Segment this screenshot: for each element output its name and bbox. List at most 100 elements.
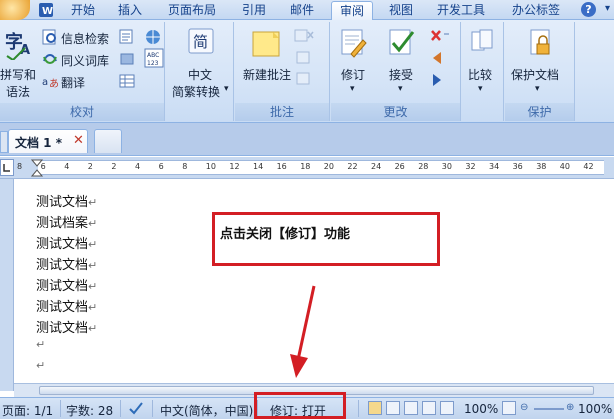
ruler-tick-label: 16 — [276, 162, 287, 171]
document-line[interactable]: 测试文档↵ — [36, 254, 97, 273]
next-comment-icon[interactable] — [295, 71, 313, 90]
chevron-down-icon[interactable]: ▾ — [224, 84, 229, 94]
zoom-icon[interactable] — [502, 401, 516, 415]
delete-comment-icon[interactable] — [293, 28, 315, 47]
annotation-arrow — [290, 285, 316, 378]
thesaurus-button[interactable]: 同义词库 — [61, 52, 109, 69]
paragraph-mark-icon: ↵ — [36, 338, 46, 351]
document-line[interactable]: 测试文档↵ — [36, 233, 97, 252]
ruler-tick-label: 34 — [489, 162, 500, 171]
ruler-tick-label: 32 — [465, 162, 476, 171]
tab-developer[interactable]: 开发工具 — [428, 1, 494, 20]
tab-page-layout[interactable]: 页面布局 — [160, 1, 224, 20]
document-line[interactable]: 测试文档↵ — [36, 317, 97, 336]
abc-123-icon[interactable]: ABC 123 — [144, 48, 164, 71]
zoom-in-icon[interactable]: ⊕ — [566, 402, 574, 413]
proofing-status-icon[interactable] — [128, 401, 144, 418]
chinese-label-1[interactable]: 中文 — [188, 66, 212, 83]
spelling-icon[interactable]: 字A — [4, 28, 34, 63]
zoom-level[interactable]: 100% — [464, 402, 498, 416]
ruler-tick-label: 26 — [394, 162, 405, 171]
tab-home[interactable]: 开始 — [62, 1, 104, 20]
word-count-icon[interactable] — [118, 28, 138, 49]
chevron-down-icon[interactable]: ▾ — [350, 84, 355, 94]
document-line[interactable]: 测试档案↵ — [36, 212, 97, 231]
chinese-conversion-icon[interactable]: 简 — [188, 28, 214, 57]
group-label-tracking: 更改 — [331, 103, 460, 121]
lock-icon[interactable] — [527, 28, 553, 61]
group-comments: 新建批注 批注 — [235, 22, 330, 121]
document-line[interactable]: 测试文档↵ — [36, 296, 97, 315]
help-icon[interactable]: ? — [581, 2, 596, 17]
compare-button[interactable]: 比较 — [468, 66, 492, 83]
compare-icon[interactable] — [470, 28, 496, 59]
ribbon-minimize-icon[interactable]: ▾ — [605, 3, 610, 14]
print-layout-view-icon[interactable] — [368, 401, 382, 415]
paragraph-mark-icon: ↵ — [88, 322, 98, 335]
document-tab[interactable]: 文档 1 * ✕ — [8, 129, 88, 153]
paragraph-mark-icon: ↵ — [88, 196, 98, 209]
outline-view-icon[interactable] — [422, 401, 436, 415]
close-tab-icon[interactable]: ✕ — [73, 133, 84, 148]
tab-insert[interactable]: 插入 — [110, 1, 150, 20]
new-comment-button[interactable]: 新建批注 — [243, 66, 291, 83]
ruler-tick-label: 12 — [229, 162, 240, 171]
group-label-comments: 批注 — [235, 103, 329, 121]
document-line[interactable]: 测试文档↵ — [36, 191, 97, 210]
web-layout-view-icon[interactable] — [404, 401, 418, 415]
zoom-level-2[interactable]: 100% — [578, 402, 612, 416]
paragraph-mark-icon: ↵ — [88, 301, 98, 314]
full-screen-view-icon[interactable] — [386, 401, 400, 415]
track-changes-icon[interactable] — [339, 28, 367, 61]
ruler-tick-label: 14 — [253, 162, 264, 171]
spelling-label-1[interactable]: 拼写和 — [0, 66, 36, 83]
svg-text:ABC: ABC — [147, 52, 159, 59]
svg-text:あ: あ — [49, 78, 58, 89]
tab-references[interactable]: 引用 — [234, 1, 274, 20]
set-language-icon[interactable] — [144, 28, 162, 49]
thesaurus-icon — [42, 51, 58, 70]
word-icon[interactable]: W — [38, 1, 58, 19]
protect-document-button[interactable]: 保护文档 — [511, 66, 559, 83]
ruler-tick-label: 6 — [40, 162, 46, 171]
zoom-out-icon[interactable]: ⊖ — [520, 402, 528, 413]
previous-comment-icon[interactable] — [295, 50, 313, 69]
ruler-tick-label: 38 — [536, 162, 547, 171]
tab-mailings[interactable]: 邮件 — [282, 1, 322, 20]
spelling-label-2[interactable]: 语法 — [6, 83, 30, 100]
zoom-slider[interactable] — [534, 408, 564, 410]
ruler-tick-label: 40 — [559, 162, 570, 171]
tab-stop-selector[interactable] — [0, 159, 14, 176]
accept-button[interactable]: 接受 — [389, 66, 413, 83]
grid-icon[interactable] — [118, 72, 136, 93]
previous-change-icon[interactable] — [429, 50, 447, 69]
translate-button[interactable]: 翻译 — [61, 74, 85, 91]
page-count[interactable]: 页面: 1/1 — [2, 402, 53, 419]
document-tab-bar: 文档 1 * ✕ — [0, 123, 614, 156]
draft-view-icon[interactable] — [440, 401, 454, 415]
horizontal-ruler[interactable]: 8 6 4 2 2 4 6 8 10 12 14 16 18 20 22 24 26 28 30 32 34 36 38 40… — [0, 157, 614, 179]
research-button[interactable]: 信息检索 — [61, 30, 109, 47]
accept-icon[interactable] — [387, 28, 417, 61]
tab-review[interactable]: 审阅 — [331, 1, 373, 20]
tools-icon[interactable] — [118, 50, 136, 71]
chevron-down-icon[interactable]: ▾ — [398, 84, 403, 94]
chevron-down-icon[interactable]: ▾ — [535, 84, 540, 94]
document-line[interactable]: 测试文档↵ — [36, 275, 97, 294]
language-status[interactable]: 中文(简体，中国) — [160, 402, 253, 419]
next-change-icon[interactable] — [429, 72, 447, 91]
chevron-down-icon[interactable]: ▾ — [478, 84, 483, 94]
new-comment-icon[interactable] — [251, 30, 283, 63]
word-count[interactable]: 字数: 28 — [66, 402, 113, 419]
tab-office-tab[interactable]: 办公标签 — [504, 1, 568, 20]
chinese-label-2[interactable]: 简繁转换 — [172, 83, 220, 100]
office-button[interactable] — [0, 0, 30, 20]
tab-view[interactable]: 视图 — [382, 1, 420, 20]
tab-list-stub[interactable] — [0, 131, 8, 153]
reject-icon[interactable] — [429, 28, 451, 47]
new-tab-button[interactable] — [94, 129, 122, 153]
ribbon-tab-strip: W 开始 插入 页面布局 引用 邮件 审阅 视图 开发工具 办公标签 ? ▾ — [0, 0, 614, 20]
line-text: 测试文档 — [36, 321, 89, 336]
track-changes-button[interactable]: 修订 — [341, 66, 365, 83]
group-label-proofing: 校对 — [0, 103, 164, 121]
